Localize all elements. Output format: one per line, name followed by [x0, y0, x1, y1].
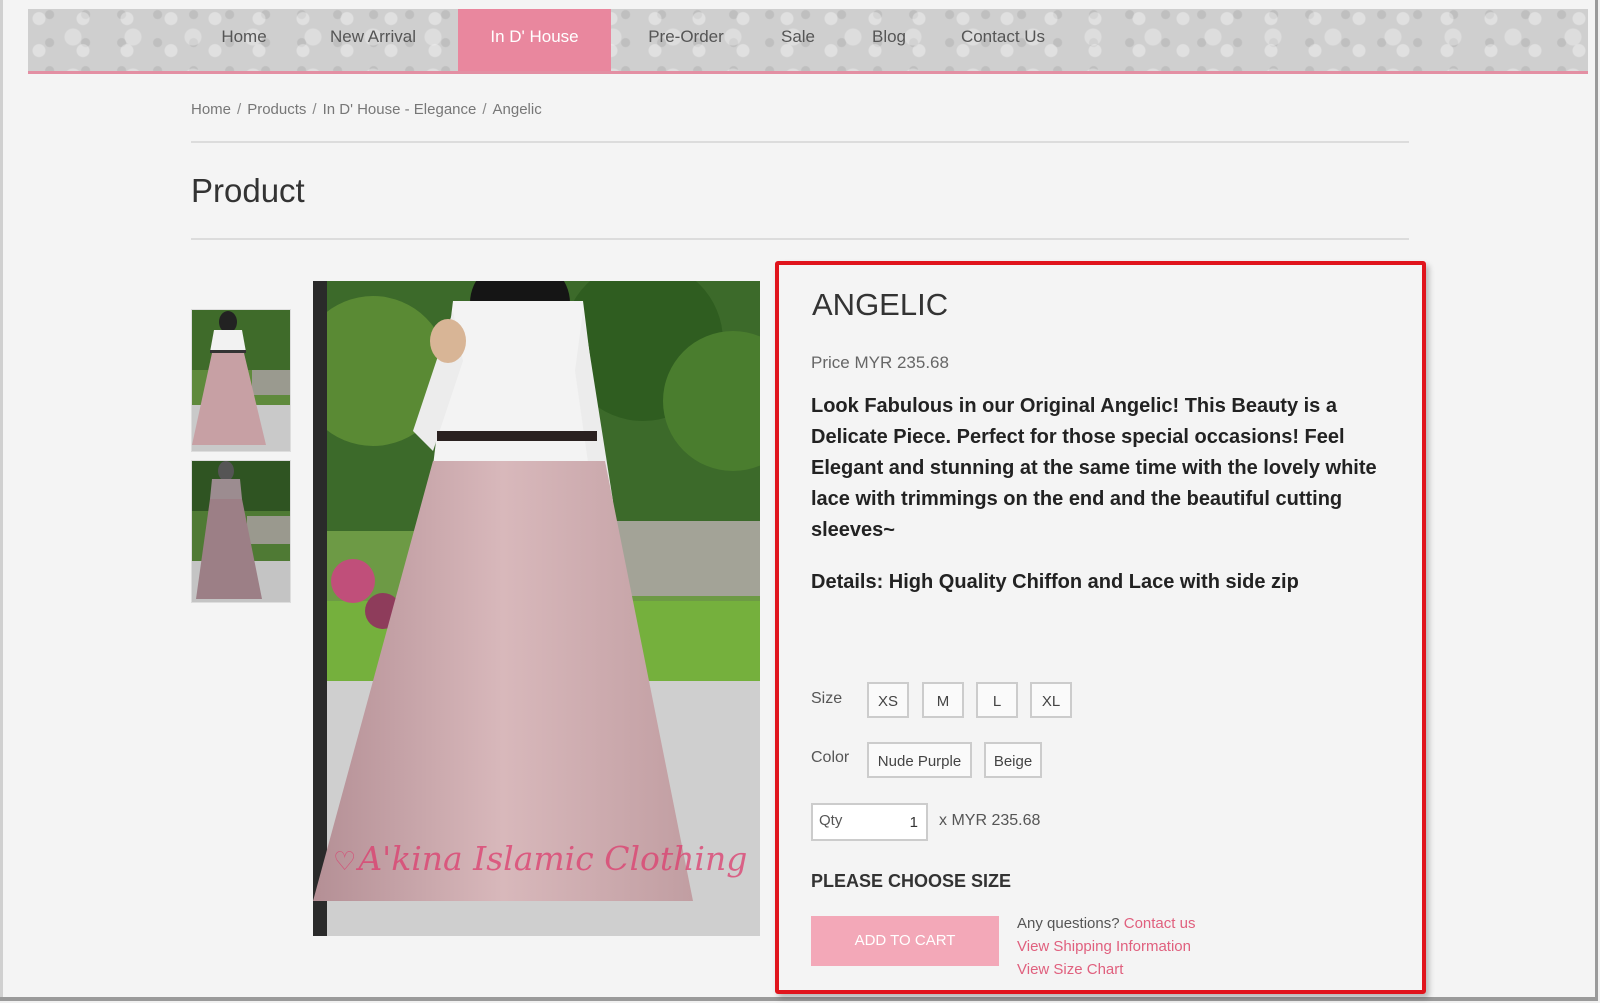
color-option-beige[interactable]: Beige — [984, 742, 1042, 778]
breadcrumb-current: Angelic — [492, 101, 542, 118]
questions-text: Any questions? — [1017, 915, 1120, 932]
product-name: ANGELIC — [812, 287, 949, 322]
nav-item-in-d-house[interactable]: In D' House — [458, 9, 611, 71]
breadcrumb-products[interactable]: Products — [247, 101, 306, 118]
quantity-value: 1 — [909, 814, 918, 831]
quantity-placeholder: Qty — [819, 812, 843, 829]
product-details: Details: High Quality Chiffon and Lace w… — [811, 571, 1299, 593]
breadcrumb-category[interactable]: In D' House - Elegance — [323, 101, 477, 118]
product-main-image[interactable]: ♡A'kina Islamic Clothing — [313, 281, 760, 936]
page-title: Product — [191, 172, 305, 209]
quantity-price: x MYR 235.68 — [939, 812, 1041, 829]
product-details-panel: ANGELIC Price MYR 235.68 Look Fabulous i… — [775, 261, 1426, 994]
breadcrumb-separator: / — [482, 101, 487, 118]
nav-item-pre-order[interactable]: Pre-Order — [636, 9, 736, 71]
breadcrumb-home[interactable]: Home — [191, 101, 231, 118]
color-option-nude-purple[interactable]: Nude Purple — [867, 742, 972, 778]
size-option-xs[interactable]: XS — [867, 682, 909, 718]
breadcrumb: Home / Products / In D' House - Elegance / Ang… — [191, 101, 542, 118]
quantity-input[interactable]: Qty 1 — [811, 803, 928, 841]
browser-frame: Home New Arrival In D' House Pre-Order S… — [0, 0, 1598, 1001]
divider — [191, 238, 1409, 240]
choose-size-message: PLEASE CHOOSE SIZE — [811, 871, 1012, 891]
size-option-xl[interactable]: XL — [1030, 682, 1072, 718]
product-description: Look Fabulous in our Original Angelic! T… — [811, 395, 1377, 541]
product-price: Price MYR 235.68 — [811, 353, 949, 372]
help-links: Any questions? Contact us View Shipping … — [1017, 912, 1195, 981]
product-thumbnail-1[interactable] — [191, 309, 291, 452]
contact-us-link[interactable]: Contact us — [1124, 915, 1196, 932]
nav-item-contact-us[interactable]: Contact Us — [948, 9, 1058, 71]
size-option-l[interactable]: L — [976, 682, 1018, 718]
size-label: Size — [811, 690, 843, 707]
nav-item-home[interactable]: Home — [200, 9, 288, 71]
breadcrumb-separator: / — [312, 101, 317, 118]
divider — [191, 141, 1409, 143]
nav-item-sale[interactable]: Sale — [768, 9, 828, 71]
heart-icon: ♡ — [333, 847, 357, 877]
shipping-info-link[interactable]: View Shipping Information — [1017, 935, 1195, 958]
add-to-cart-button[interactable]: ADD TO CART — [811, 916, 999, 966]
size-option-m[interactable]: M — [922, 682, 964, 718]
product-thumbnail-2[interactable] — [191, 460, 291, 603]
main-navigation: Home New Arrival In D' House Pre-Order S… — [28, 9, 1588, 74]
nav-item-new-arrival[interactable]: New Arrival — [318, 9, 428, 71]
color-label: Color — [811, 749, 850, 766]
size-chart-link[interactable]: View Size Chart — [1017, 958, 1195, 981]
breadcrumb-separator: / — [237, 101, 242, 118]
nav-item-blog[interactable]: Blog — [858, 9, 920, 71]
brand-watermark: ♡A'kina Islamic Clothing — [333, 839, 748, 878]
